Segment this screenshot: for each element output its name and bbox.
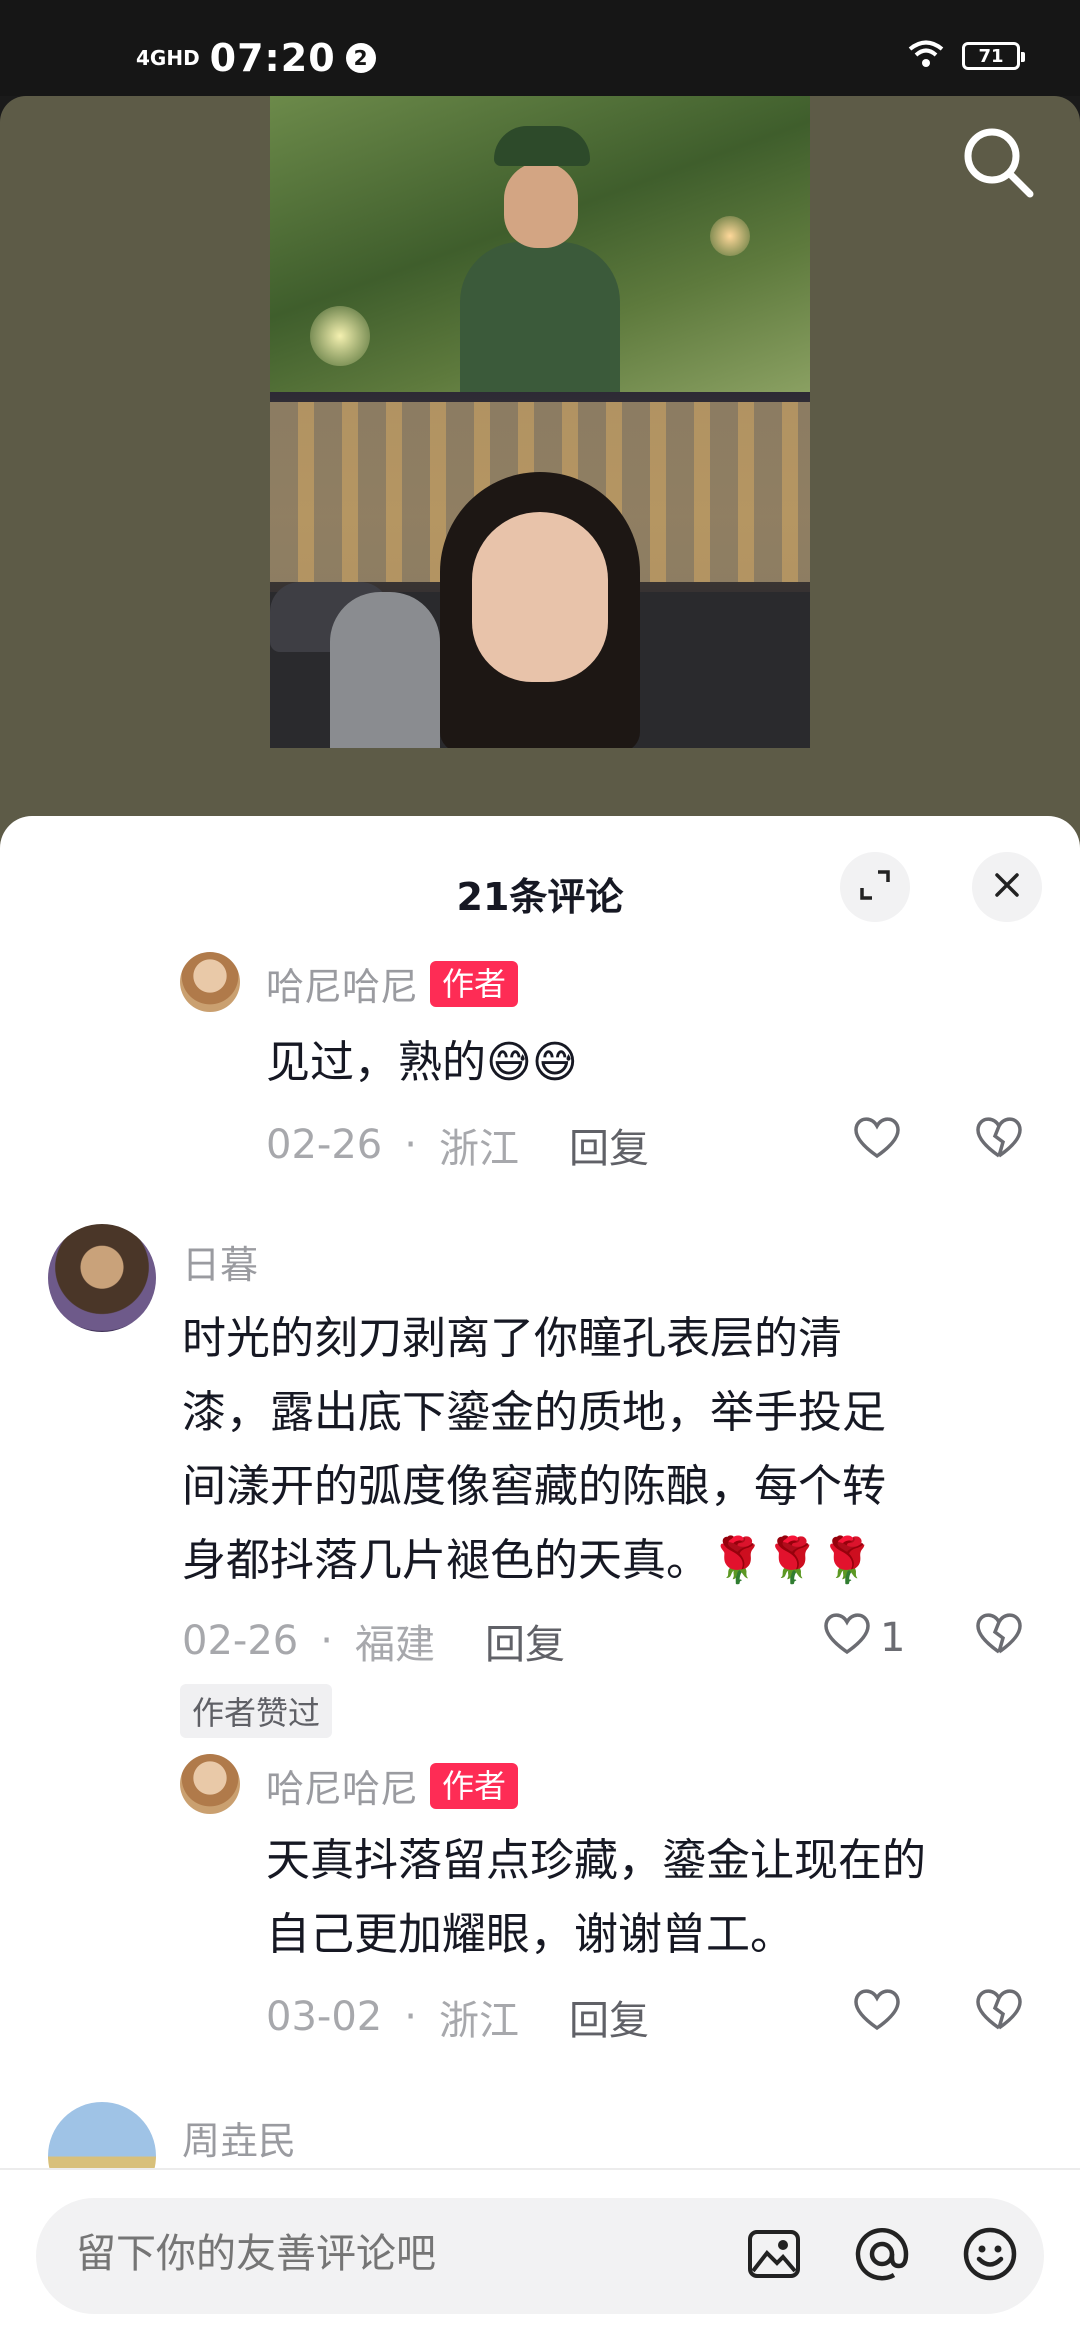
comment-text-line: 间漾开的弧度像窖藏的陈酿，每个转 [182,1461,886,1512]
image-button[interactable] [742,2224,806,2288]
woman-face [472,512,608,682]
comment-date: 02-26 [266,1122,383,1168]
comment-text: 天真抖落留点珍藏，鎏金让现在的 自己更加耀眼，谢谢曾工。 [266,1824,1046,1972]
comment-text: 见过，熟的😅😅 [266,1037,578,1088]
author-liked-badge: 作者赞过 [180,1684,333,1738]
light-flare [310,306,370,366]
emoji-icon [962,2226,1018,2286]
avatar[interactable] [48,1224,156,1332]
like-count: 1 [880,1615,906,1661]
photo-street-selfie [270,392,810,748]
search-button[interactable] [956,120,1040,204]
network-indicator: 4GHD [136,46,200,70]
heart-icon [852,1114,902,1170]
notification-badge: 2 [345,43,376,73]
author-tag: 作者 [430,960,519,1007]
photo-soldier [270,96,810,392]
battery-indicator: 71 [962,42,1025,70]
comment-username[interactable]: 哈尼哈尼 [266,956,418,1011]
search-icon [956,128,1040,208]
reply-button[interactable]: 回复 [485,1612,565,1670]
comment-region: 浙江 [438,1126,519,1172]
like-button[interactable] [852,1986,902,2042]
broken-heart-icon [974,1117,1024,1164]
comment-date: 03-02 [266,1994,383,2040]
comment-meta: 02-26 · 福建 回复 [182,1612,565,1670]
comment-input-container[interactable] [36,2198,1044,2314]
comment-text-line: 自己更加耀眼，谢谢曾工。 [266,1909,794,1960]
reply-button[interactable]: 回复 [569,1988,649,2046]
reply-button[interactable]: 回复 [569,1116,649,1174]
clock: 07:20 [209,36,336,80]
image-icon [747,2229,801,2283]
emoji-button[interactable] [958,2224,1022,2288]
dislike-button[interactable] [974,1114,1024,1164]
comment-region: 福建 [354,1622,435,1668]
comment-username[interactable]: 日暮 [182,1234,258,1289]
avatar[interactable] [180,952,240,1012]
video-preview[interactable] [0,96,1080,856]
scooter-rider [330,592,440,748]
comment-text-line: 漆，露出底下鎏金的质地，举手投足 [182,1387,886,1438]
comment-text-line: 身都抖落几片褪色的天真。🌹🌹🌹 [182,1535,875,1586]
mention-button[interactable] [850,2224,914,2288]
comment-header: 哈尼哈尼 作者 [266,956,519,1011]
comment-input[interactable] [76,2232,676,2277]
comment-text: 时光的刻刀剥离了你瞳孔表层的清 漆，露出底下鎏金的质地，举手投足 间漾开的弧度像… [182,1302,1042,1598]
light-flare [710,216,750,256]
at-icon [854,2226,910,2286]
comment-item: 哈尼哈尼 作者 见过，熟的😅😅 02-26 · 浙江 回复 [0,816,1080,1176]
status-bar: 4GHD 07:20 2 71 [0,0,1080,96]
comment-username[interactable]: 周垚民 [182,2110,296,2165]
like-button[interactable]: 1 [822,1610,905,1666]
dislike-button[interactable] [974,1986,1024,2036]
comment-meta: 03-02 · 浙江 回复 [266,1988,649,2046]
comments-sheet: 21条评论 哈尼哈尼 作者 见过，熟的😅😅 02-26 · 浙江 回复 日暮 时… [0,816,1080,2340]
dislike-button[interactable] [974,1610,1024,1660]
comment-header: 哈尼哈尼 作者 [266,1758,519,1813]
broken-heart-icon [974,1613,1024,1660]
wifi-icon [908,40,944,72]
heart-icon [852,1986,902,2042]
comment-header: 周垚民 [182,2110,296,2165]
comment-header: 日暮 [182,1234,258,1289]
soldier-figure [460,126,620,392]
comment-region: 浙江 [438,1998,519,2044]
comment-meta: 02-26 · 浙江 回复 [266,1116,649,1174]
broken-heart-icon [974,1989,1024,2036]
heart-icon [822,1610,872,1666]
comment-text-line: 时光的刻刀剥离了你瞳孔表层的清 [182,1313,842,1364]
status-left: 4GHD 07:20 2 [136,36,376,80]
comment-date: 02-26 [182,1618,299,1664]
avatar[interactable] [180,1754,240,1814]
like-button[interactable] [852,1114,902,1170]
status-right: 71 [908,40,1025,72]
comment-username[interactable]: 哈尼哈尼 [266,1758,418,1813]
comment-input-bar [0,2168,1080,2340]
comment-text-line: 天真抖落留点珍藏，鎏金让现在的 [266,1835,926,1886]
author-tag: 作者 [430,1762,519,1809]
